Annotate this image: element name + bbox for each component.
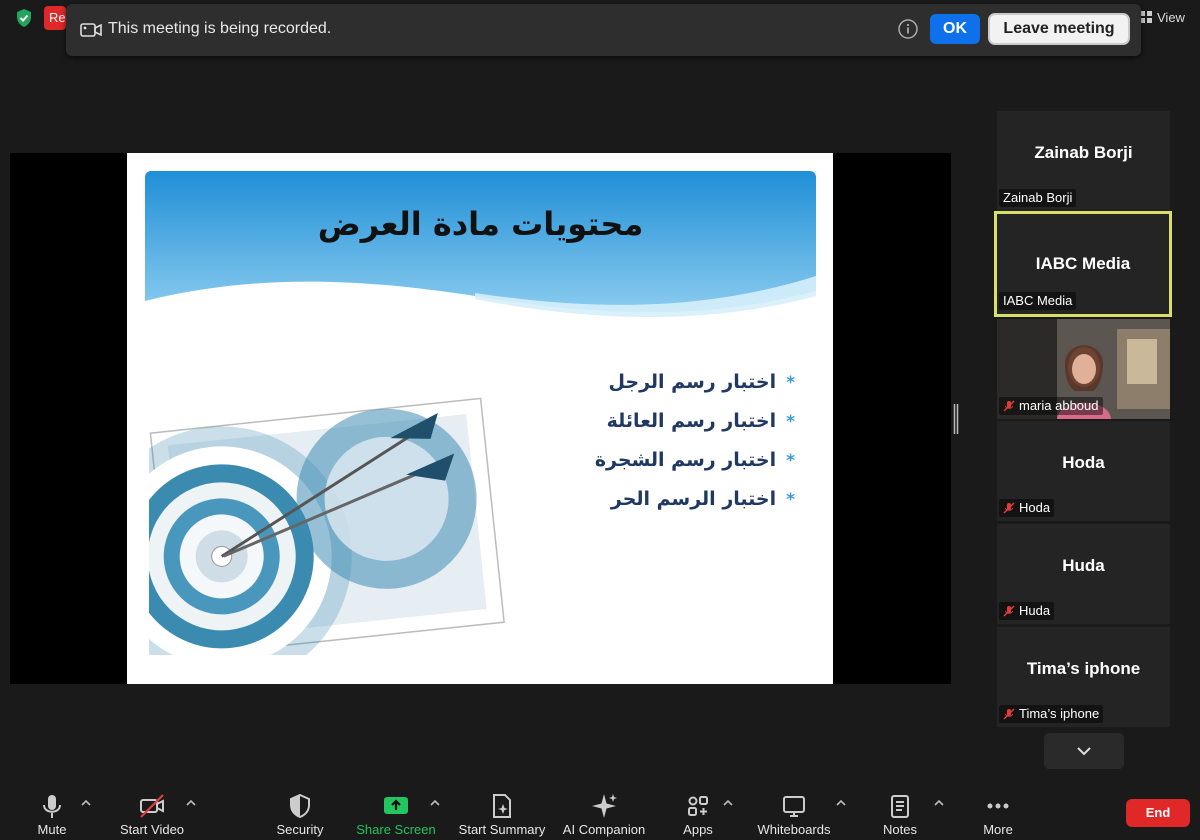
bullet-star-icon: * [786, 490, 795, 510]
notes-button[interactable]: Notes [870, 782, 930, 840]
notes-icon [891, 795, 909, 818]
recording-notice-banner: This meeting is being recorded. OK Leave… [66, 4, 1141, 56]
share-options-caret-icon[interactable] [429, 798, 441, 808]
shield-icon [290, 793, 310, 819]
ai-companion-label: AI Companion [562, 822, 646, 837]
slide-bullet-text: اختبار رسم العائلة [606, 410, 777, 432]
more-button[interactable]: More [968, 782, 1028, 840]
mute-button[interactable]: Mute [22, 782, 82, 840]
mute-options-caret-icon[interactable] [80, 798, 92, 808]
notes-options-caret-icon[interactable] [933, 798, 945, 808]
slide-header-wave [145, 171, 816, 351]
participant-label-text: Huda [1019, 603, 1051, 618]
participant-display-name: Zainab Borji [1034, 143, 1133, 162]
whiteboards-options-caret-icon[interactable] [835, 798, 847, 808]
archery-target-image [149, 397, 505, 655]
mute-label: Mute [37, 822, 67, 837]
participant-label: maria abboud [999, 397, 1103, 415]
whiteboards-button[interactable]: Whiteboards [750, 782, 838, 840]
slide-bullet-text: اختبار رسم الرجل [608, 371, 777, 393]
slide-title: محتويات مادة العرض [317, 205, 644, 243]
security-label: Security [276, 822, 324, 837]
gallery-scroll-down-button[interactable] [1044, 733, 1124, 769]
shared-screen-area[interactable]: محتويات مادة العرض * اختبار رسم الرجل * اخ… [10, 153, 951, 684]
participant-label-text: Tima’s iphone [1019, 706, 1100, 721]
participant-label-text: IABC Media [1003, 293, 1073, 308]
meeting-toolbar: Mute Start Video Security Share Screen S… [0, 782, 1200, 840]
participant-label-text: maria abboud [1019, 398, 1099, 413]
participant-label: IABC Media [999, 292, 1077, 310]
share-screen-icon [384, 797, 408, 814]
video-options-caret-icon[interactable] [185, 798, 197, 808]
leave-meeting-button[interactable]: Leave meeting [988, 13, 1130, 45]
presentation-slide: محتويات مادة العرض * اختبار رسم الرجل * اخ… [127, 153, 833, 684]
muted-mic-icon [1003, 502, 1015, 514]
start-summary-label: Start Summary [458, 822, 546, 837]
more-label: More [983, 822, 1013, 837]
start-video-label: Start Video [119, 822, 185, 837]
share-screen-label: Share Screen [356, 822, 436, 837]
notes-label: Notes [883, 822, 917, 837]
video-off-icon [140, 794, 164, 818]
participant-display-name: Hoda [1062, 453, 1105, 472]
slide-bullet-text: اختبار الرسم الحر [610, 488, 777, 510]
participant-label-text: Hoda [1019, 500, 1051, 515]
ai-companion-button[interactable]: AI Companion [558, 782, 650, 840]
participant-display-name: IABC Media [1035, 254, 1131, 273]
whiteboards-label: Whiteboards [757, 822, 831, 837]
recording-notice-text: This meeting is being recorded. [108, 20, 332, 37]
participant-label: Tima’s iphone [999, 705, 1104, 723]
participant-label-text: Zainab Borji [1003, 190, 1073, 205]
grid-view-icon [1140, 11, 1152, 23]
participant-label: Hoda [999, 499, 1055, 517]
apps-label: Apps [683, 822, 713, 837]
panel-resize-handle[interactable] [953, 404, 959, 434]
participant-label: Huda [999, 602, 1055, 620]
participant-display-name: Tima’s iphone [1026, 659, 1141, 678]
bullet-star-icon: * [786, 451, 795, 471]
ok-button[interactable]: OK [930, 14, 980, 44]
info-icon[interactable] [898, 19, 918, 39]
participant-tile[interactable]: Hoda Hoda [997, 421, 1170, 521]
view-button[interactable]: View [1140, 6, 1196, 28]
sparkle-icon [592, 794, 617, 818]
whiteboard-icon [783, 796, 805, 817]
participant-display-name: Huda [1062, 556, 1105, 575]
chevron-down-icon [1077, 747, 1091, 756]
apps-grid-icon [688, 796, 708, 816]
security-button[interactable]: Security [270, 782, 330, 840]
end-meeting-button[interactable]: End [1126, 799, 1190, 827]
slide-bullet-text: اختبار رسم الشجرة [594, 449, 777, 471]
participant-tile-active-speaker[interactable]: IABC Media IABC Media [994, 211, 1172, 317]
apps-options-caret-icon[interactable] [722, 798, 734, 808]
recording-badge[interactable]: Re [44, 6, 66, 30]
encryption-shield-icon[interactable] [14, 8, 34, 28]
muted-mic-icon [1003, 605, 1015, 617]
participant-tile-video[interactable]: maria abboud [997, 319, 1170, 419]
bullet-star-icon: * [786, 373, 795, 393]
muted-mic-icon [1003, 400, 1015, 412]
microphone-icon [43, 795, 61, 818]
more-dots-icon [987, 803, 1009, 809]
start-summary-button[interactable]: Start Summary [455, 782, 549, 840]
recording-badge-label: Re [49, 10, 66, 25]
view-button-label: View [1157, 9, 1185, 25]
participant-tile[interactable]: Tima’s iphone Tima’s iphone [997, 627, 1170, 727]
participant-tile[interactable]: Zainab Borji Zainab Borji [997, 111, 1170, 211]
bullet-star-icon: * [786, 412, 795, 432]
muted-mic-icon [1003, 708, 1015, 720]
participant-label: Zainab Borji [999, 189, 1077, 207]
participant-tile[interactable]: Huda Huda [997, 524, 1170, 624]
recording-camera-icon [80, 23, 102, 37]
start-video-button[interactable]: Start Video [112, 782, 192, 840]
apps-button[interactable]: Apps [668, 782, 728, 840]
share-screen-button[interactable]: Share Screen [352, 782, 440, 840]
summary-document-icon [493, 794, 511, 818]
